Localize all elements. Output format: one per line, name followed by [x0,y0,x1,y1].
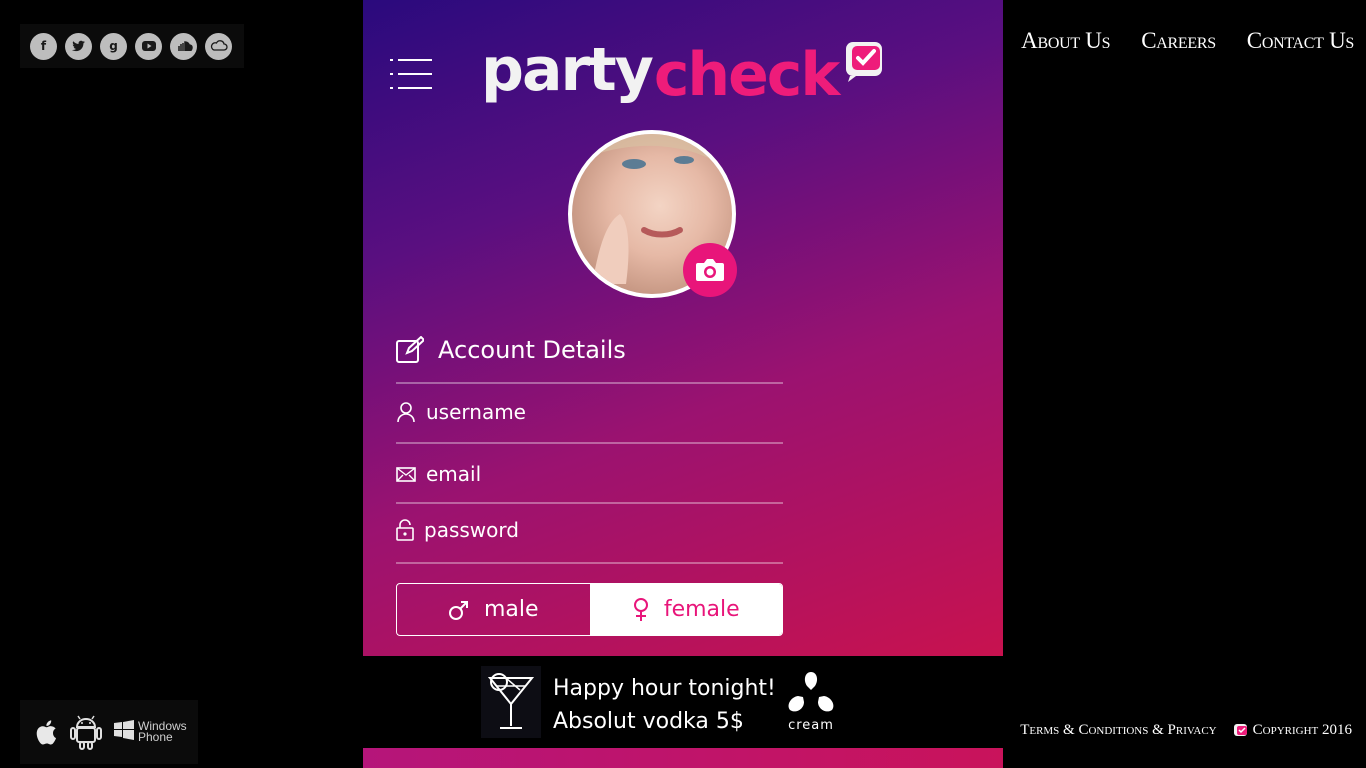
male-label: male [483,597,539,622]
nav-about-us[interactable]: About Us [1021,28,1110,54]
cream-brand-name: cream [788,718,834,733]
apple-icon[interactable] [34,718,58,746]
android-icon[interactable] [70,714,102,750]
menu-icon[interactable] [390,59,436,93]
password-field[interactable]: password [396,518,783,542]
cocktail-glass-icon [481,666,541,738]
cream-logo: cream [781,670,841,736]
lock-icon [396,519,414,541]
copyright-text: Copyright 2016 [1252,722,1352,738]
email-placeholder: email [426,462,482,486]
ad-text: Happy hour tonight! Absolut vodka 5$ [553,672,776,738]
section-title: Account Details [438,336,626,364]
user-icon [397,402,415,423]
password-placeholder: password [424,518,519,542]
logo-check-badge-icon [846,42,883,82]
envelope-icon [396,467,416,482]
top-nav: About Us Careers Contact Us [1021,28,1354,54]
panel-bottom-strip [363,748,1003,768]
soundcloud-icon[interactable] [170,32,197,60]
signup-panel: party check Account Details username ema… [363,0,1003,656]
edit-icon [396,336,424,363]
female-icon [633,597,648,621]
nav-careers[interactable]: Careers [1141,28,1216,54]
ad-banner[interactable]: Happy hour tonight! Absolut vodka 5$ cre… [363,656,1003,748]
copyright: Copyright 2016 [1233,722,1352,739]
party-check-logo: party check [481,30,888,120]
twitter-icon[interactable] [65,32,92,60]
youtube-icon[interactable] [135,32,162,60]
divider [396,442,783,444]
camera-icon[interactable] [683,243,737,297]
facebook-icon[interactable]: f [30,32,57,60]
windows-phone-link[interactable]: Windows Phone [114,720,187,744]
app-store-links: Windows Phone [20,700,198,764]
google-plus-icon[interactable]: g [100,32,127,60]
female-label: female [663,597,740,622]
ad-line-1: Happy hour tonight! [553,676,776,701]
female-option[interactable]: female [589,584,782,635]
ad-line-2: Absolut vodka 5$ [553,709,744,734]
terms-link[interactable]: Terms & Conditions & Privacy [1020,722,1216,739]
footer: Terms & Conditions & Privacy Copyright 2… [1020,722,1352,739]
account-details-heading: Account Details [396,336,626,364]
nav-contact-us[interactable]: Contact Us [1247,28,1355,54]
male-icon [448,600,468,620]
cream-logo-icon [788,672,834,712]
windows-icon [114,720,134,744]
gender-toggle: male female [396,583,783,636]
male-option[interactable]: male [397,584,590,635]
cloud-radio-icon[interactable] [205,32,232,60]
divider [396,562,783,564]
email-field[interactable]: email [396,462,783,486]
windows-phone-label: Windows Phone [138,719,187,744]
username-placeholder: username [426,400,526,424]
divider [396,502,783,504]
party-check-small-icon [1233,723,1247,736]
social-links: f g [20,24,244,68]
username-field[interactable]: username [396,400,783,424]
divider [396,382,783,384]
